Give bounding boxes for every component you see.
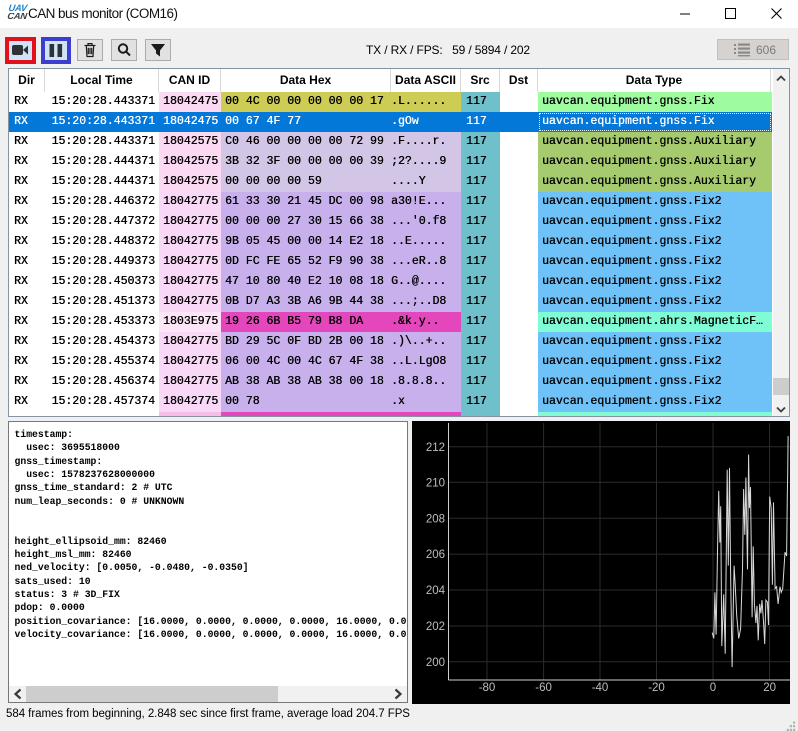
- svg-text:202: 202: [426, 621, 445, 633]
- svg-text:208: 208: [426, 513, 445, 525]
- svg-text:0: 0: [710, 682, 716, 694]
- svg-text:-20: -20: [648, 682, 665, 694]
- svg-text:210: 210: [426, 477, 445, 489]
- svg-text:20: 20: [763, 682, 776, 694]
- svg-text:-80: -80: [479, 682, 496, 694]
- svg-text:606: 606: [756, 43, 776, 57]
- svg-text:200: 200: [426, 657, 445, 669]
- svg-text:212: 212: [426, 442, 445, 454]
- svg-text:-60: -60: [535, 682, 552, 694]
- svg-text:206: 206: [426, 549, 445, 561]
- svg-text:204: 204: [426, 585, 446, 597]
- svg-text:-40: -40: [592, 682, 609, 694]
